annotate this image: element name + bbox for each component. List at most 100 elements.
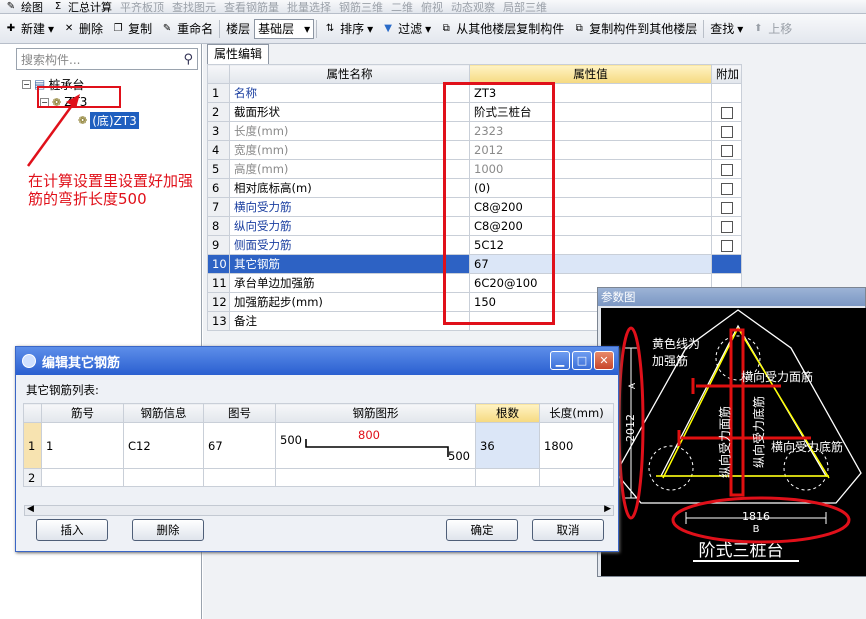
scroll-left-icon: ◀	[27, 504, 34, 514]
draw-button[interactable]: ✎ 绘图	[0, 0, 47, 14]
figure-no-cell[interactable]	[203, 468, 276, 487]
tab-property-edit[interactable]: 属性编辑	[207, 44, 270, 64]
copy-from-floor-button[interactable]: ⧉ 从其他楼层复制构件	[435, 14, 568, 43]
column-header-count: 根数	[475, 403, 540, 423]
align-top-button[interactable]: 平齐板顶	[116, 0, 168, 14]
length-cell[interactable]: 1800	[539, 422, 614, 469]
ok-button[interactable]: 确定	[446, 519, 518, 541]
bottom-rebar-label: 横向受力底筋	[771, 439, 843, 454]
highlight-box-tree	[37, 86, 121, 108]
rebar-3d-button[interactable]: 钢筋三维	[335, 0, 387, 14]
close-icon: ✕	[599, 354, 609, 367]
copy-to-floor-button[interactable]: ⧉ 复制构件到其他楼层	[568, 14, 701, 43]
attach-checkbox[interactable]	[720, 239, 733, 252]
sort-button[interactable]: ⇅ 排序 ▾	[319, 14, 377, 43]
row-number: 1	[207, 83, 230, 103]
minimize-button[interactable]: ▁	[550, 351, 570, 370]
table-row[interactable]: 1 1 C12 67 500 800 500 36 1800	[23, 422, 614, 469]
attach-checkbox[interactable]	[720, 220, 733, 233]
extra-cell	[711, 178, 742, 198]
rename-icon: ✎	[162, 22, 172, 34]
divider	[703, 19, 705, 38]
pencil-icon: ✎	[6, 0, 16, 12]
rebar-list-label: 其它钢筋列表:	[26, 383, 99, 397]
rebar-info-cell[interactable]	[123, 468, 204, 487]
sort-icon: ⇅	[325, 22, 335, 34]
delete-button[interactable]: ✕ 删除	[58, 14, 107, 43]
column-header-no: 筋号	[41, 403, 124, 423]
column-header-extra: 附加	[711, 64, 742, 84]
top-view-button[interactable]: 俯视	[417, 0, 447, 14]
column-header-value: 属性值	[469, 64, 712, 84]
rebar-no-cell[interactable]: 1	[41, 422, 124, 469]
local-3d-button[interactable]: 局部三维	[499, 0, 551, 14]
dim-height-label: 2012	[624, 414, 637, 442]
maximize-button[interactable]: □	[572, 351, 592, 370]
dim-width-label: 1816	[742, 510, 770, 523]
filter-button[interactable]: ▼ 过滤 ▾	[377, 14, 435, 43]
attach-checkbox[interactable]	[720, 163, 733, 176]
count-cell[interactable]: 36	[475, 422, 540, 469]
view-rebar-button[interactable]: 查看钢筋量	[220, 0, 283, 14]
tree-item-bottom-zt3[interactable]: ❁ (底)ZT3	[78, 111, 139, 129]
search-input[interactable]: 搜索构件... ⚲	[16, 48, 198, 70]
count-cell[interactable]	[475, 468, 540, 487]
attach-checkbox[interactable]	[720, 201, 733, 214]
length-cell[interactable]	[539, 468, 614, 487]
property-name-cell: 名称	[229, 83, 470, 103]
chevron-down-icon: ▾	[48, 21, 55, 36]
horizontal-scrollbar[interactable]: ◀ ▶	[24, 504, 614, 516]
attach-checkbox[interactable]	[720, 125, 733, 138]
attach-checkbox[interactable]	[720, 182, 733, 195]
shape-right-value: 500	[448, 449, 470, 463]
highlight-box-values	[443, 82, 555, 325]
extra-cell	[711, 121, 742, 141]
chevron-down-icon: ▾	[737, 21, 744, 36]
view-2d-button[interactable]: 二维	[387, 0, 417, 14]
rename-button[interactable]: ✎ 重命名	[156, 14, 217, 43]
arrow-up-icon: ⬆	[754, 22, 763, 34]
close-button[interactable]: ✕	[594, 351, 614, 370]
collapse-icon: −	[22, 79, 31, 89]
row-number: 10	[207, 254, 230, 274]
floor-select[interactable]: 基础层 ▾	[254, 18, 315, 39]
row-number: 2	[23, 468, 42, 487]
orbit-button[interactable]: 动态观察	[447, 0, 499, 14]
figure-no-cell[interactable]: 67	[203, 422, 276, 469]
new-button[interactable]: ✚ 新建 ▾	[0, 14, 58, 43]
rebar-shape-cell[interactable]: 500 800 500	[275, 422, 476, 469]
property-name-cell: 侧面受力筋	[229, 235, 470, 255]
property-name-cell: 截面形状	[229, 102, 470, 122]
filter-icon: ▼	[384, 22, 392, 34]
find-element-button[interactable]: 查找图元	[168, 0, 220, 14]
summary-calc-button[interactable]: Σ 汇总计算	[47, 0, 116, 14]
top-toolbar: ✎ 绘图 Σ 汇总计算 平齐板顶 查找图元 查看钢筋量 批量选择 钢筋三维 二维 俯…	[0, 0, 866, 14]
attach-checkbox[interactable]	[720, 144, 733, 157]
copy-button[interactable]: ❐ 复制	[107, 14, 156, 43]
dim-a-label: A	[628, 382, 638, 389]
rebar-info-cell[interactable]: C12	[123, 422, 204, 469]
dim-b-label: B	[753, 524, 760, 535]
find-button[interactable]: 查找 ▾	[706, 14, 747, 43]
gear-icon: ❁	[78, 113, 88, 127]
rebar-shape-cell[interactable]	[275, 468, 476, 487]
row-number: 8	[207, 216, 230, 236]
attach-checkbox[interactable]	[720, 106, 733, 119]
table-row[interactable]: 2	[23, 468, 614, 487]
rebar-no-cell[interactable]	[41, 468, 124, 487]
cancel-button[interactable]: 取消	[532, 519, 604, 541]
edit-other-rebar-dialog: 编辑其它钢筋 ▁ □ ✕ 其它钢筋列表: 筋号 钢筋信息 图号 钢筋图形 根数 …	[15, 346, 619, 552]
copy-from-icon: ⧉	[442, 22, 450, 34]
column-header-figno: 图号	[203, 403, 276, 423]
delete-row-button[interactable]: 删除	[132, 519, 204, 541]
column-header-shape: 钢筋图形	[275, 403, 476, 423]
extra-cell	[711, 102, 742, 122]
insert-button[interactable]: 插入	[36, 519, 108, 541]
move-up-button[interactable]: ⬆ 上移	[747, 14, 796, 43]
parameter-diagram-title: 参数图	[598, 288, 865, 306]
batch-select-button[interactable]: 批量选择	[283, 0, 335, 14]
copy-to-icon: ⧉	[575, 22, 583, 34]
property-name-cell: 高度(mm)	[229, 159, 470, 179]
minimize-icon: ▁	[555, 354, 565, 367]
property-name-cell: 备注	[229, 311, 470, 331]
